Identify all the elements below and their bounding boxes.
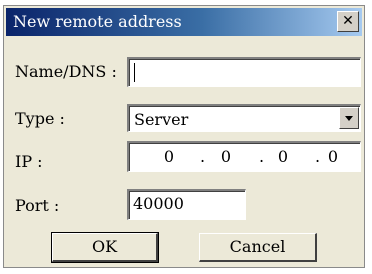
close-icon: ✕ [342, 13, 354, 29]
close-button[interactable]: ✕ [337, 11, 359, 32]
ip-octet-4[interactable]: 0 [313, 147, 353, 166]
ip-octet-1[interactable]: 0 [149, 147, 189, 166]
chevron-down-icon[interactable] [339, 107, 359, 129]
port-value: 40000 [133, 194, 184, 213]
port-input[interactable]: 40000 [127, 189, 246, 220]
name-dns-input[interactable] [127, 57, 361, 87]
ip-octet-3[interactable]: 0 [263, 147, 303, 166]
type-selected-value: Server [134, 110, 189, 129]
port-label: Port : [15, 196, 60, 215]
title-bar[interactable]: New remote address ✕ [6, 8, 362, 36]
text-caret [134, 63, 135, 82]
name-dns-label: Name/DNS : [15, 62, 117, 81]
dialog-title: New remote address [13, 12, 182, 31]
new-remote-address-dialog: New remote address ✕ Name/DNS : Type : S… [3, 5, 365, 268]
type-select[interactable]: Server [127, 104, 361, 132]
cancel-button[interactable]: Cancel [199, 233, 317, 262]
ip-address-field[interactable]: 0 . 0 . 0 . 0 [127, 141, 361, 172]
type-label: Type : [15, 109, 65, 128]
ok-button[interactable]: OK [51, 232, 159, 263]
ip-octet-2[interactable]: 0 [206, 147, 246, 166]
ip-label: IP : [15, 152, 43, 171]
ip-separator-dot: . [200, 147, 206, 166]
